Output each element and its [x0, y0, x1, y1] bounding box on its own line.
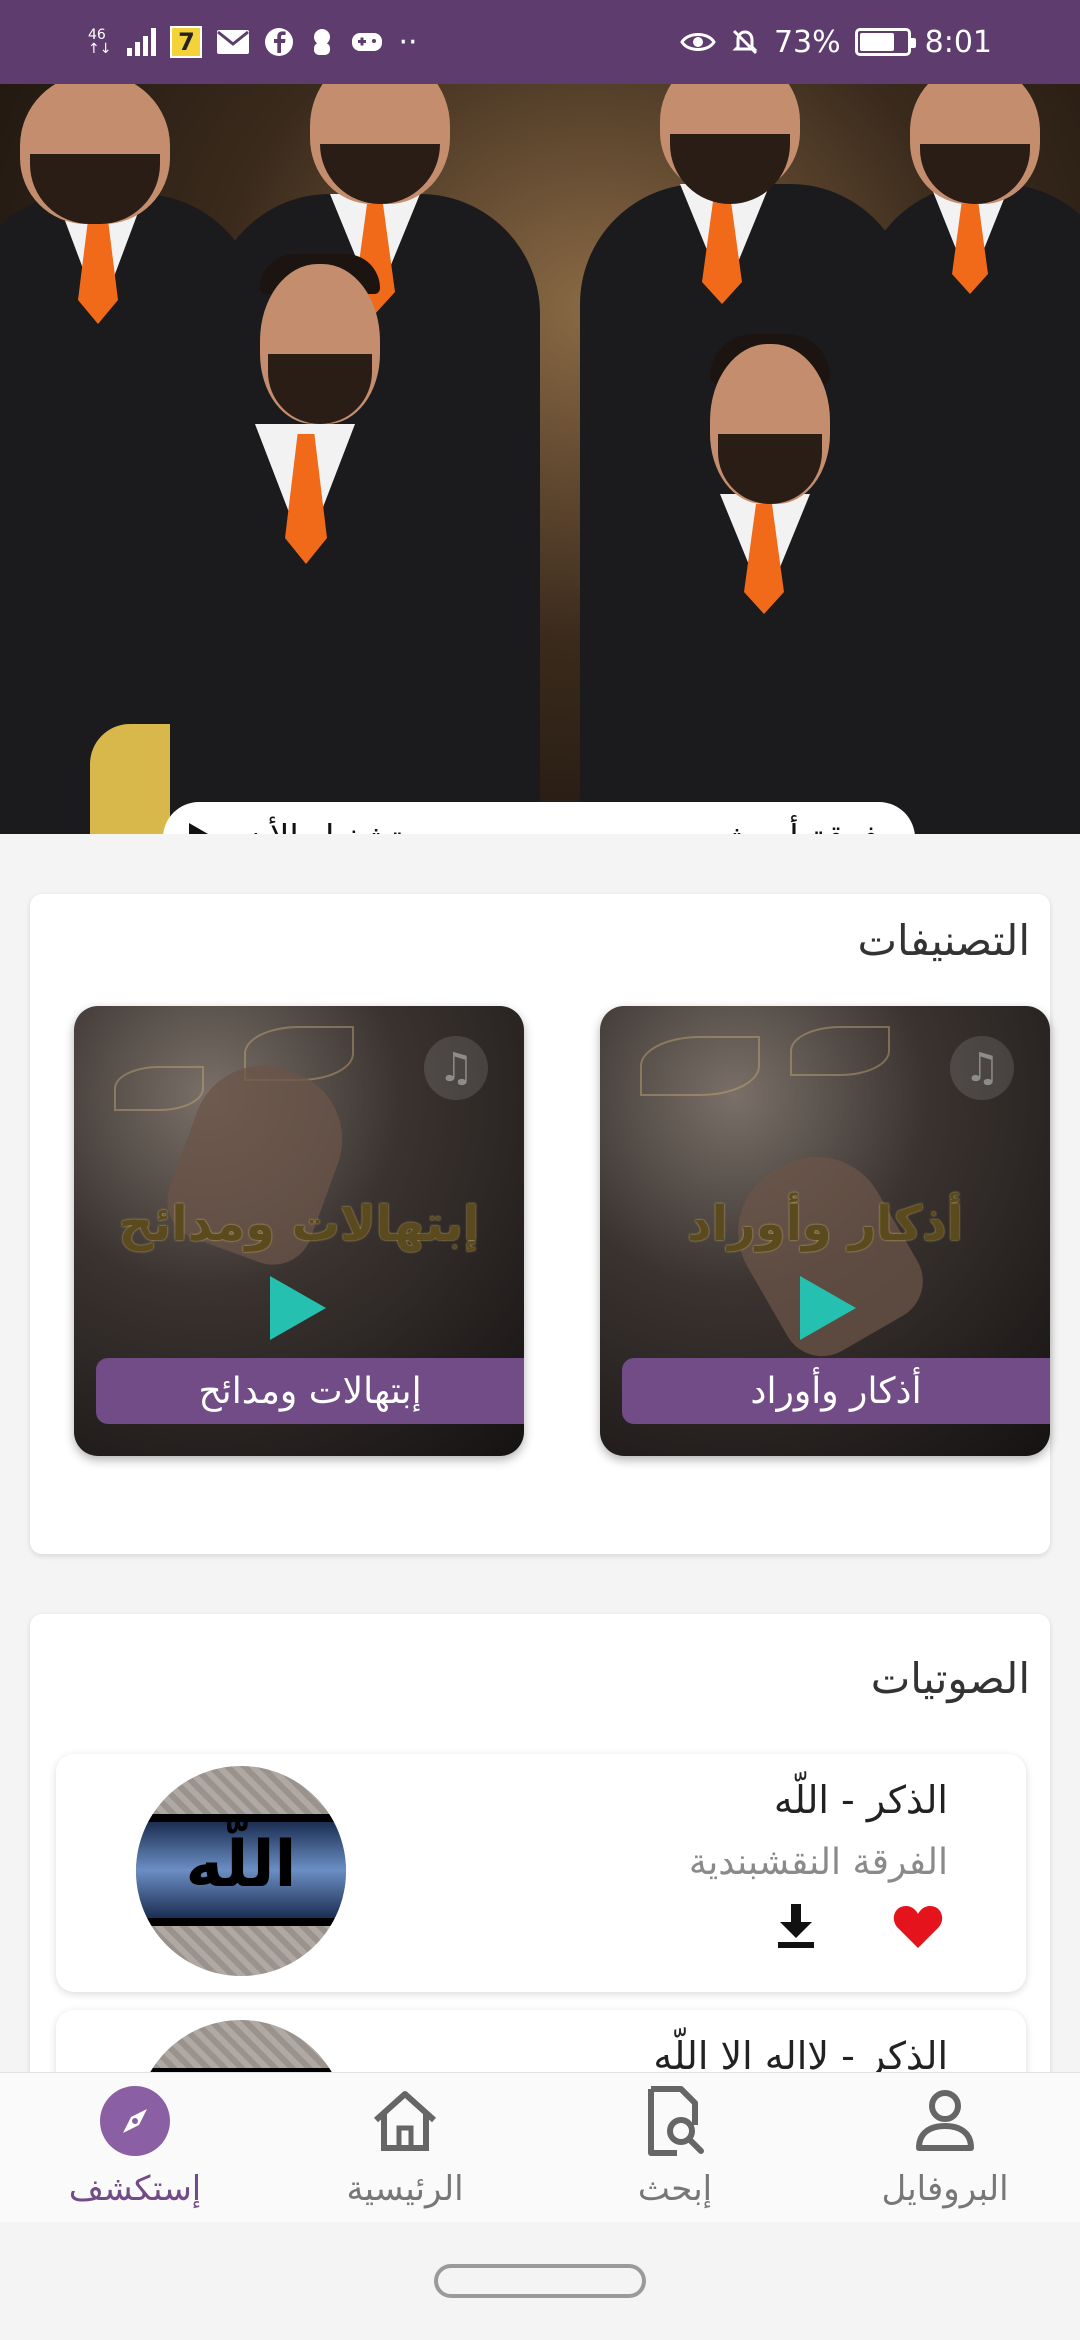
nav-home[interactable]: الرئيسية [270, 2073, 540, 2222]
category-tile-ibtihalat[interactable]: ♫ إبتهالات ومدائح إبتهالات ومدائح [74, 1006, 524, 1456]
track-artist: الفرقة النقشبندية [688, 1842, 948, 1883]
nav-profile-label: البروفايل [881, 2169, 1009, 2209]
play-now-label: تشغيل الأن [245, 818, 402, 834]
track-title: الذكر - اللّه [773, 1778, 948, 1822]
network-type-indicator: 46 ↑↓ [88, 27, 112, 57]
categories-title: التصنيفات [857, 916, 1031, 965]
app-screen: 46 ↑↓ 7 ·· 73% 8:01 التصنيفات ♫ أذكار وأ… [0, 0, 1080, 2340]
bottom-navigation: إستكشف الرئيسية إبحث البروفايل [0, 2072, 1080, 2222]
track-thumbnail: اللّه [136, 1766, 346, 1976]
category-tile-adhkar[interactable]: ♫ أذكار وأوراد أذكار وأوراد [600, 1006, 1050, 1456]
app-badge-icon: 7 [170, 26, 203, 58]
music-note-icon: ♫ [424, 1036, 488, 1100]
categories-section: التصنيفات ♫ أذكار وأوراد أذكار وأوراد ♫ … [30, 894, 1050, 1554]
status-bar: 46 ↑↓ 7 ·· 73% 8:01 [0, 0, 1080, 84]
category-label: إبتهالات ومدائح [96, 1358, 524, 1424]
battery-icon [854, 28, 916, 56]
more-notifications-indicator: ·· [398, 24, 418, 60]
audio-list-item[interactable]: الذكر - اللّه الفرقة النقشبندية اللّه [56, 1754, 1026, 1992]
signal-icon [127, 28, 157, 56]
eye-comfort-icon [680, 29, 716, 55]
nav-explore[interactable]: إستكشف [0, 2073, 270, 2222]
status-right: 73% 8:01 [680, 25, 992, 60]
home-gesture-handle[interactable] [434, 2264, 646, 2298]
hero-banner[interactable]: تشغيل الأن فرقة أبو شعر [0, 84, 1080, 834]
nav-profile[interactable]: البروفايل [810, 2073, 1080, 2222]
category-label: أذكار وأوراد [622, 1358, 1050, 1424]
category-art-text: إبتهالات ومدائح [118, 1196, 480, 1252]
search-document-icon [637, 2083, 713, 2159]
status-left: 46 ↑↓ 7 ·· [88, 25, 418, 60]
hero-artist-name: فرقة أبو شعر [688, 818, 879, 834]
mute-icon [730, 27, 760, 57]
play-icon [189, 823, 215, 834]
profile-icon [907, 2083, 983, 2159]
favorite-heart-icon[interactable] [892, 1902, 944, 1950]
play-icon [800, 1276, 856, 1340]
audios-title: الصوتيات [870, 1654, 1030, 1703]
audios-section: الصوتيات الذكر - اللّه الفرقة النقشبندية… [30, 1614, 1050, 2248]
compass-icon [100, 2086, 170, 2156]
play-now-button[interactable]: تشغيل الأن [189, 818, 402, 834]
system-navigation-bar [0, 2222, 1080, 2340]
nav-search[interactable]: إبحث [540, 2073, 810, 2222]
mail-icon [216, 29, 250, 55]
battery-percent: 73% [773, 24, 841, 60]
play-icon [270, 1276, 326, 1340]
now-playing-pill[interactable]: تشغيل الأن فرقة أبو شعر [163, 802, 915, 834]
nav-home-label: الرئيسية [346, 2169, 464, 2209]
gamepad-icon [350, 29, 384, 55]
category-art-text: أذكار وأوراد [686, 1196, 964, 1252]
thumbnail-calligraphy: اللّه [185, 1828, 297, 1902]
nav-explore-label: إستكشف [68, 2169, 202, 2209]
app-notification-icon [308, 27, 336, 57]
clock: 8:01 [924, 24, 992, 60]
facebook-icon [264, 27, 294, 57]
music-note-icon: ♫ [950, 1036, 1014, 1100]
nav-search-label: إبحث [637, 2169, 713, 2209]
download-icon[interactable] [774, 1902, 818, 1950]
home-icon [367, 2083, 443, 2159]
